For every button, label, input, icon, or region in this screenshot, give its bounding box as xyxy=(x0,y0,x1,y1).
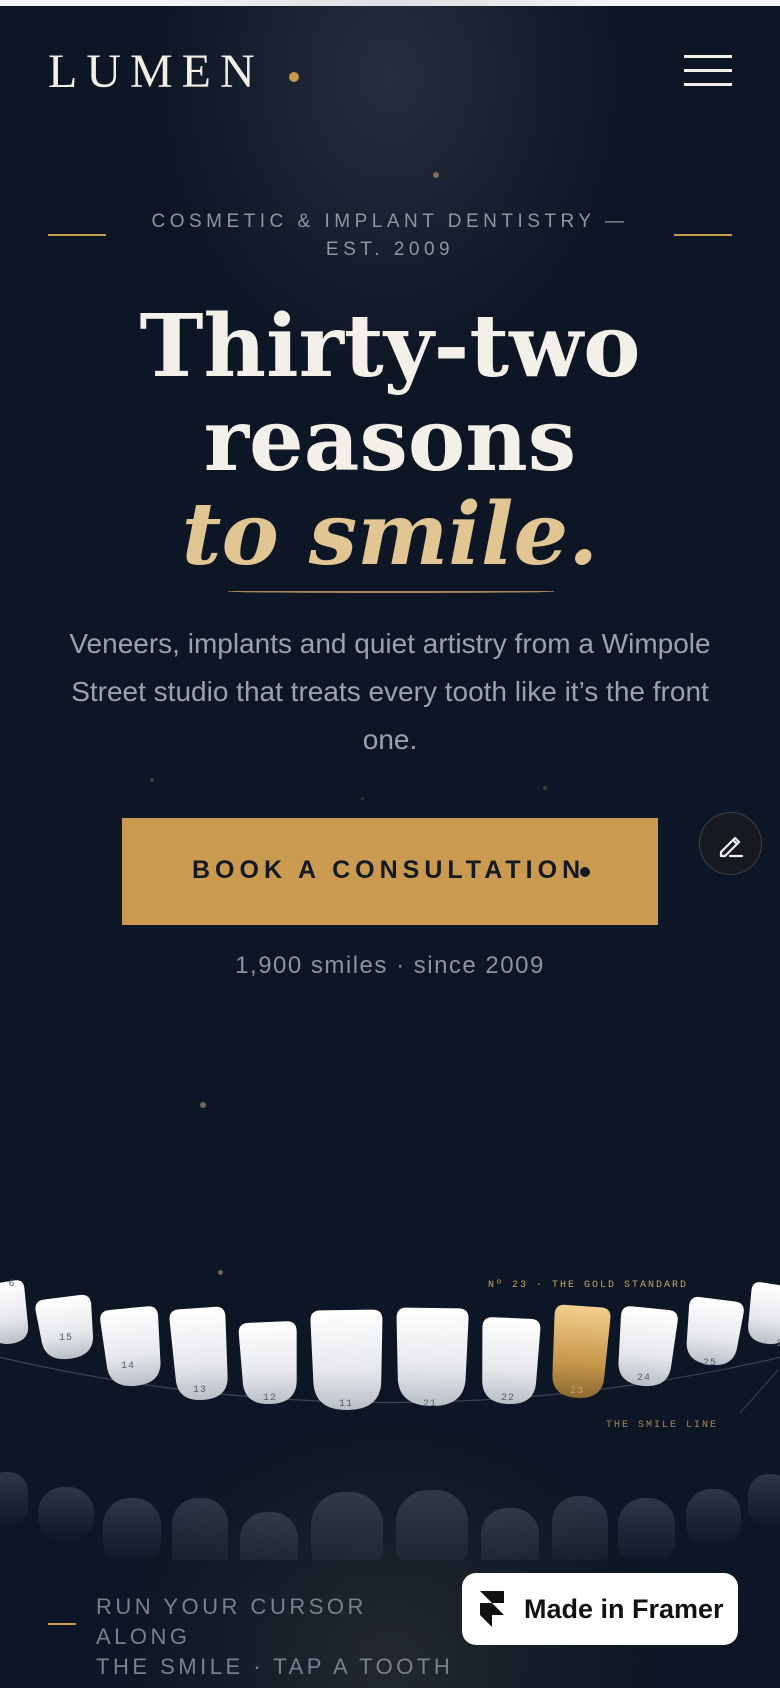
tooth-number-label: 6 xyxy=(8,1279,15,1290)
eyebrow-rule-right xyxy=(674,234,732,236)
tooth-reflection xyxy=(0,1472,28,1528)
smile-teeth-graphic: 6 15 14 13 12 11 21 22 23 24 25 2 xyxy=(0,1279,780,1586)
tooth-number-label: 13 xyxy=(193,1385,207,1396)
smile-line-pointer xyxy=(739,1369,779,1414)
hero-headline: Thirty-two reasons to smile. xyxy=(60,300,720,582)
eyebrow-rule-left xyxy=(48,234,106,236)
tooth-reflection xyxy=(396,1490,468,1579)
tooth-16[interactable] xyxy=(0,1279,32,1347)
hint-rule xyxy=(48,1623,76,1625)
headline-line-1: Thirty-two xyxy=(139,296,641,397)
hero-description: Veneers, implants and quiet artistry fro… xyxy=(69,628,711,755)
tooth-number-label: 21 xyxy=(423,1399,437,1410)
tooth-reflection xyxy=(103,1498,161,1569)
tooth-reflection xyxy=(686,1489,741,1549)
tooth-11[interactable] xyxy=(310,1309,383,1411)
sparkle xyxy=(200,1102,206,1108)
framer-logo-icon xyxy=(480,1591,504,1627)
tooth-number-label: 24 xyxy=(637,1373,651,1384)
tooth-reflection xyxy=(552,1496,608,1579)
eyebrow-line-1: COSMETIC & IMPLANT DENTISTRY — xyxy=(151,211,629,232)
hamburger-menu-icon xyxy=(684,55,732,58)
sparkle xyxy=(150,778,154,782)
site-header: LUMEN xyxy=(0,0,780,150)
smile-section: 6 15 14 13 12 11 21 22 23 24 25 2 Nº 23 · THE GOLD … xyxy=(0,1260,780,1586)
tooth-reflection xyxy=(618,1498,675,1569)
tooth-number-label: 15 xyxy=(59,1333,73,1344)
tooth-22[interactable] xyxy=(479,1317,541,1405)
made-in-framer-badge[interactable]: Made in Framer xyxy=(462,1573,738,1645)
tooth-number-label: 23 xyxy=(570,1386,584,1397)
book-consultation-button[interactable]: BOOK A CONSULTATION xyxy=(122,818,658,925)
eyebrow-line-2: EST. 2009 xyxy=(325,239,455,260)
logo-dot xyxy=(289,72,299,82)
tooth-reflection xyxy=(748,1474,780,1528)
hero-stats: 1,900 smiles · since 2009 xyxy=(235,952,545,979)
tooth-14[interactable] xyxy=(99,1305,164,1388)
tooth-number-label: 22 xyxy=(501,1393,515,1404)
cta-dot-icon xyxy=(580,867,590,877)
tooth-26[interactable] xyxy=(744,1281,780,1347)
brand-logo[interactable]: LUMEN xyxy=(48,44,264,99)
tooth-number-label: 25 xyxy=(703,1358,717,1369)
hamburger-menu-icon-bar xyxy=(684,69,732,72)
tooth-reflection xyxy=(240,1512,298,1586)
interaction-hint: RUN YOUR CURSOR ALONG THE SMILE · TAP A … xyxy=(96,1592,456,1682)
pencil-edit-icon xyxy=(719,836,744,858)
tooth-number-label: 2 xyxy=(776,1339,780,1350)
tooth-21[interactable] xyxy=(395,1307,469,1407)
badge-label: Made in Framer xyxy=(524,1594,724,1624)
tooth-number-label: 12 xyxy=(263,1393,277,1404)
hint-line-2: THE SMILE · TAP A TOOTH xyxy=(96,1654,454,1679)
cta-label: BOOK A CONSULTATION xyxy=(192,856,586,884)
featured-tooth-caption: Nº 23 · THE GOLD STANDARD xyxy=(488,1280,689,1291)
tooth-reflection xyxy=(481,1508,539,1586)
tooth-15[interactable] xyxy=(34,1294,97,1363)
menu-button[interactable] xyxy=(680,52,732,90)
smile-line-caption: THE SMILE LINE xyxy=(606,1420,719,1431)
headline-accent: to smile. xyxy=(181,484,599,585)
tooth-number-label: 11 xyxy=(339,1399,353,1410)
hint-line-1: RUN YOUR CURSOR ALONG xyxy=(96,1594,367,1649)
hamburger-menu-icon-bar xyxy=(684,83,732,86)
sparkle xyxy=(361,797,364,800)
sparkle xyxy=(543,786,547,790)
sparkle xyxy=(433,172,439,178)
tooth-reflection xyxy=(172,1498,228,1581)
hero-eyebrow: COSMETIC & IMPLANT DENTISTRY — EST. 2009 xyxy=(150,208,630,264)
tooth-reflection xyxy=(311,1492,383,1582)
headline-line-2: reasons xyxy=(203,390,577,491)
tooth-number-label: 14 xyxy=(121,1361,135,1372)
tooth-reflection xyxy=(38,1487,94,1543)
headline-underline xyxy=(228,590,554,593)
edit-button[interactable] xyxy=(699,812,762,875)
